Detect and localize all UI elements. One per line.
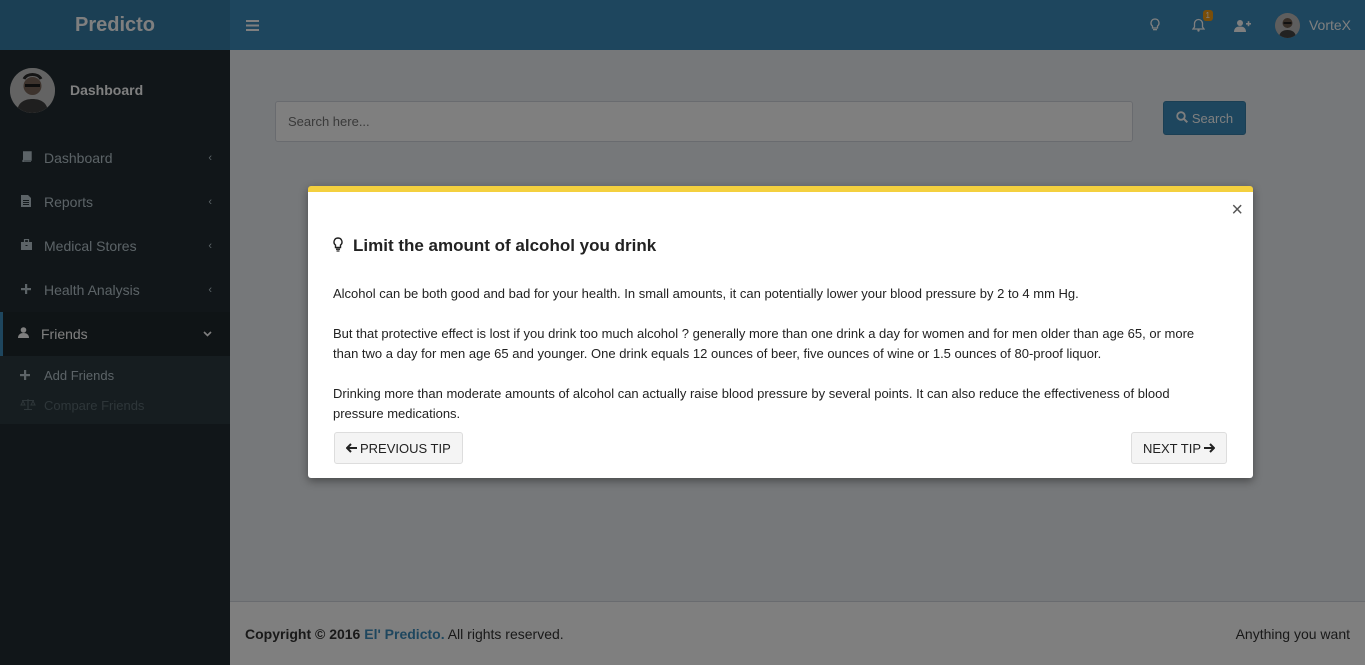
tip-paragraph: Drinking more than moderate amounts of a… bbox=[333, 386, 1170, 421]
arrow-left-icon bbox=[345, 440, 357, 456]
next-tip-button[interactable]: NEXT TIP bbox=[1130, 432, 1227, 464]
arrow-right-icon bbox=[1204, 440, 1216, 456]
lightbulb-icon bbox=[333, 236, 343, 256]
health-tip-modal: × Limit the amount of alcohol you drink … bbox=[308, 186, 1253, 478]
next-tip-label: NEXT TIP bbox=[1142, 440, 1201, 456]
tip-paragraph: Alcohol can be both good and bad for you… bbox=[333, 286, 1079, 301]
modal-body: Alcohol can be both good and bad for you… bbox=[333, 284, 1223, 444]
previous-tip-label: PREVIOUS TIP bbox=[360, 440, 451, 456]
close-icon[interactable]: × bbox=[1231, 200, 1243, 220]
modal-title-text: Limit the amount of alcohol you drink bbox=[353, 236, 657, 255]
modal-title: Limit the amount of alcohol you drink bbox=[333, 236, 656, 256]
previous-tip-button[interactable]: PREVIOUS TIP bbox=[334, 432, 463, 464]
tip-paragraph: But that protective effect is lost if yo… bbox=[333, 326, 1195, 361]
